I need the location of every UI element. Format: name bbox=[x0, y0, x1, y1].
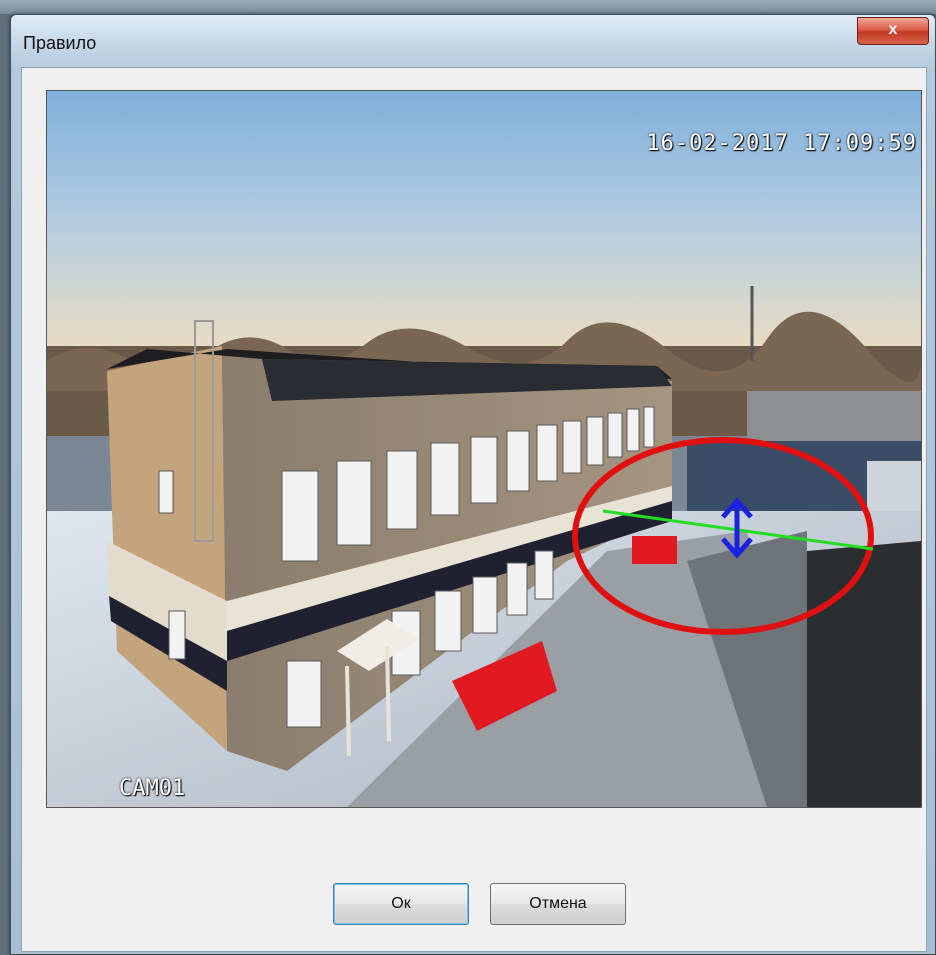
video-timestamp: 16-02-2017 17:09:59 bbox=[646, 131, 917, 156]
rule-dialog: Правило x 16-02-2017 17:09:59 CAM01 Ок О… bbox=[10, 14, 936, 955]
background-window-strip bbox=[0, 0, 936, 14]
window-title: Правило bbox=[23, 33, 97, 53]
dialog-body: 16-02-2017 17:09:59 CAM01 Ок Отмена bbox=[21, 67, 927, 952]
camera-scene bbox=[47, 91, 921, 807]
ok-button[interactable]: Ок bbox=[333, 883, 469, 925]
camera-video-frame[interactable]: 16-02-2017 17:09:59 CAM01 bbox=[46, 90, 922, 808]
close-button[interactable]: x bbox=[857, 17, 929, 45]
close-icon: x bbox=[888, 21, 898, 38]
cancel-button[interactable]: Отмена bbox=[490, 883, 626, 925]
title-bar[interactable]: Правило x bbox=[11, 15, 935, 67]
camera-label: CAM01 bbox=[119, 776, 186, 801]
